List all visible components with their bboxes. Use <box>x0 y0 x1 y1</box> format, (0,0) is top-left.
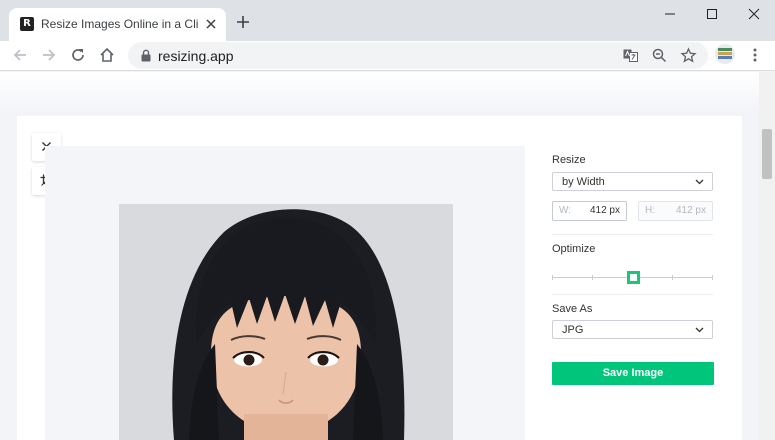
resize-label: Resize <box>552 154 586 166</box>
optimize-slider[interactable] <box>552 271 713 285</box>
tab-close-icon[interactable] <box>203 16 219 32</box>
profile-icon <box>718 48 732 59</box>
browser-tab[interactable]: R Resize Images Online in a Click <box>9 8 226 41</box>
zoom-icon[interactable] <box>651 47 668 64</box>
format-value: JPG <box>562 324 584 336</box>
height-value: 412 px <box>675 205 706 216</box>
save-image-button[interactable]: Save Image <box>552 362 714 385</box>
home-icon[interactable] <box>98 46 116 64</box>
translate-icon[interactable] <box>622 47 639 64</box>
height-input: H: 412 px <box>638 201 713 221</box>
url-text[interactable]: resizing.app <box>158 48 234 64</box>
favicon-icon: R <box>20 17 34 31</box>
scrollbar[interactable] <box>759 72 775 440</box>
minimize-icon[interactable] <box>660 5 680 23</box>
format-select[interactable]: JPG <box>552 320 713 339</box>
divider <box>552 294 713 295</box>
new-tab-icon[interactable] <box>235 14 251 30</box>
scrollbar-thumb[interactable] <box>762 129 772 179</box>
address-bar[interactable]: resizing.app <box>128 42 708 69</box>
divider <box>552 234 713 235</box>
chevron-down-icon <box>695 179 704 185</box>
tab-title: Resize Images Online in a Click <box>41 17 199 31</box>
profile-avatar[interactable] <box>715 44 735 64</box>
optimize-label: Optimize <box>552 243 596 255</box>
height-prefix: H: <box>645 205 655 216</box>
chevron-down-icon <box>695 327 704 333</box>
slider-tick <box>552 275 553 280</box>
forward-arrow-icon[interactable] <box>40 46 58 64</box>
slider-tick <box>592 275 593 280</box>
reload-icon[interactable] <box>69 46 87 64</box>
star-icon[interactable] <box>680 47 697 64</box>
lock-icon[interactable] <box>140 49 152 62</box>
portrait-image <box>119 204 453 440</box>
uploaded-photo <box>119 204 453 440</box>
resize-mode-value: by Width <box>562 176 605 188</box>
resize-mode-select[interactable]: by Width <box>552 172 713 191</box>
back-arrow-icon[interactable] <box>11 46 29 64</box>
browser-toolbar: resizing.app <box>0 41 775 71</box>
slider-thumb[interactable] <box>627 271 640 284</box>
width-value: 412 px <box>589 205 620 216</box>
width-prefix: W: <box>559 205 572 216</box>
save-as-label: Save As <box>552 303 593 315</box>
browser-titlebar: R Resize Images Online in a Click <box>0 0 775 41</box>
slider-tick <box>712 275 713 280</box>
menu-icon[interactable] <box>746 46 764 64</box>
slider-tick <box>672 275 673 280</box>
maximize-icon[interactable] <box>702 5 722 23</box>
window-close-icon[interactable] <box>744 5 764 23</box>
width-input[interactable]: W: 412 px <box>552 201 627 221</box>
